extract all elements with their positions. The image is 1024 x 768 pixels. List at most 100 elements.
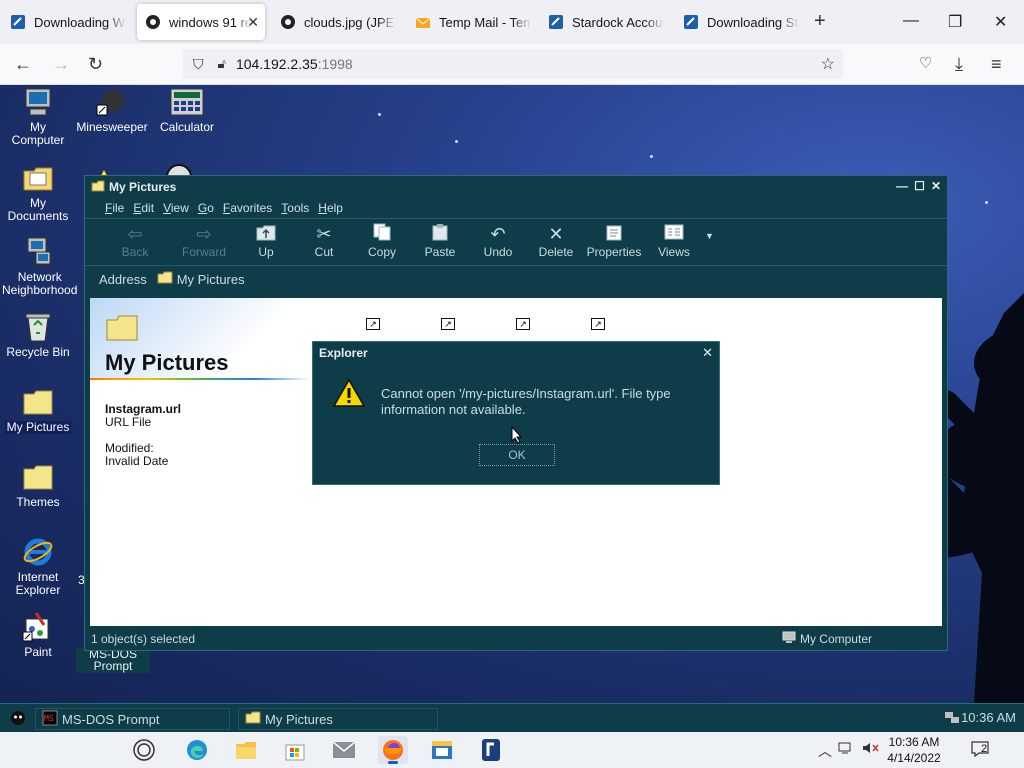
folder-documents-icon xyxy=(21,161,55,195)
browser-tab-6[interactable]: Downloading Sta xyxy=(675,4,807,40)
shortcut-file-icon[interactable]: ↗ xyxy=(516,318,530,330)
explorer-title-bar[interactable]: My Pictures — ☐ ✕ xyxy=(85,176,947,198)
desktop-icon-label: Network Neighborhood xyxy=(2,270,78,297)
browser-tab-4[interactable]: Temp Mail - Temp xyxy=(407,4,539,40)
cortana-icon[interactable] xyxy=(129,736,159,764)
network-tray-icon[interactable] xyxy=(944,711,960,728)
close-icon[interactable]: ✕ xyxy=(931,179,941,193)
selection-info: Instagram.url URL File Modified: Invalid… xyxy=(105,403,181,468)
toolbar-label: Paste xyxy=(424,245,456,259)
menu-go[interactable]: Go xyxy=(198,201,214,215)
menu-file[interactable]: File xyxy=(105,201,124,215)
browser-tab-5[interactable]: Stardock Accoun xyxy=(540,4,672,40)
toolbar-label: Forward xyxy=(181,245,226,259)
network-icon[interactable] xyxy=(838,741,854,758)
delete-x-icon: ✕ xyxy=(548,224,564,244)
delete-button[interactable]: ✕ Delete xyxy=(527,219,585,259)
views-dropdown-icon[interactable]: ▼ xyxy=(705,219,714,241)
shield-icon[interactable]: ⛉ xyxy=(193,56,204,73)
desktop-icon-label: Recycle Bin xyxy=(6,345,70,359)
browser-tab-2[interactable]: windows 91 re ✕ xyxy=(137,4,265,40)
desktop-icon-internet-explorer[interactable]: Internet Explorer xyxy=(0,535,76,597)
desktop-icon-themes[interactable]: Themes xyxy=(0,460,76,509)
minimize-icon[interactable]: — xyxy=(903,12,919,30)
close-icon[interactable]: ✕ xyxy=(702,345,713,361)
ok-button[interactable]: OK xyxy=(479,444,555,466)
pocket-icon[interactable]: ♡ xyxy=(919,54,932,72)
desktop-icon-calculator[interactable]: Calculator xyxy=(149,85,225,134)
tab-close-icon[interactable]: ✕ xyxy=(247,14,259,31)
maximize-icon[interactable]: ❐ xyxy=(948,12,962,32)
url-text[interactable]: 104.192.2.35:1998 xyxy=(236,56,353,72)
stardock-app-icon[interactable] xyxy=(476,736,506,764)
windows-clock[interactable]: 10:36 AM 4/14/2022 xyxy=(880,734,948,766)
edge-icon[interactable] xyxy=(182,736,212,764)
shortcut-file-icon[interactable]: ↗ xyxy=(441,318,455,330)
shortcut-file-icon[interactable]: ↗ xyxy=(366,318,380,330)
calculator-icon xyxy=(170,85,204,119)
store-icon[interactable] xyxy=(280,736,310,764)
explorer-status-bar: 1 object(s) selected My Computer xyxy=(90,629,942,649)
desktop-icon-my-pictures[interactable]: My Pictures xyxy=(0,385,76,434)
browser-tab-3[interactable]: clouds.jpg (JPEG xyxy=(272,4,404,40)
firefox-icon[interactable] xyxy=(378,736,408,764)
start-menu-icon[interactable] xyxy=(10,710,26,729)
github-icon xyxy=(280,14,296,30)
status-selection-text: 1 object(s) selected xyxy=(91,632,196,646)
modified-value: Invalid Date xyxy=(105,454,169,468)
desktop-icon-label: Internet Explorer xyxy=(15,570,61,597)
downloads-icon[interactable]: ⤓ xyxy=(955,54,963,75)
undo-button[interactable]: ↶ Undo xyxy=(469,219,527,259)
menu-edit[interactable]: Edit xyxy=(133,201,154,215)
menu-tools[interactable]: Tools xyxy=(281,201,309,215)
desktop-icon-recycle-bin[interactable]: Recycle Bin xyxy=(0,310,76,359)
forward-arrow-icon[interactable]: → xyxy=(52,54,70,75)
dialog-title-bar[interactable]: Explorer xyxy=(313,342,719,364)
copy-button[interactable]: Copy xyxy=(353,219,411,259)
desktop-icon-my-documents[interactable]: My Documents xyxy=(0,161,76,223)
menu-view[interactable]: View xyxy=(163,201,189,215)
new-tab-button[interactable]: + xyxy=(814,10,826,33)
desktop-icon-paint[interactable]: Paint xyxy=(0,610,76,659)
insecure-lock-icon[interactable]: 🔓︎ xyxy=(218,56,226,72)
file-explorer-icon[interactable] xyxy=(231,736,261,764)
star-decoration xyxy=(985,201,988,204)
views-grid-icon xyxy=(643,223,705,245)
cut-button[interactable]: ✂ Cut xyxy=(295,219,353,259)
toolbar-label: Delete xyxy=(538,245,574,259)
browser-tab-1[interactable]: Downloading Wi xyxy=(2,4,134,40)
back-arrow-icon[interactable]: ← xyxy=(14,54,32,75)
minimize-icon[interactable]: — xyxy=(896,179,908,193)
paste-button[interactable]: Paste xyxy=(411,219,469,259)
bookmark-star-icon[interactable]: ☆ xyxy=(821,54,835,74)
up-button[interactable]: Up xyxy=(237,219,295,259)
url-bar[interactable]: ⛉ 🔓︎ 104.192.2.35:1998 ☆ xyxy=(183,49,843,79)
volume-muted-icon[interactable] xyxy=(862,741,880,758)
properties-button[interactable]: Properties xyxy=(585,219,643,259)
mail-icon[interactable] xyxy=(329,736,359,764)
paste-icon xyxy=(411,223,469,245)
app-icon[interactable] xyxy=(427,736,457,764)
taskbar-button-ms-dos[interactable]: MS MS-DOS Prompt xyxy=(35,708,230,730)
desktop-icon-network-neighborhood[interactable]: Network Neighborhood xyxy=(0,235,78,297)
svg-text:MS: MS xyxy=(44,714,54,723)
back-button[interactable]: ⇦ Back xyxy=(99,219,171,259)
desktop-icon-my-computer[interactable]: My Computer xyxy=(0,85,76,147)
star-decoration xyxy=(650,155,653,158)
address-field[interactable]: My Pictures xyxy=(157,268,917,290)
reload-icon[interactable]: ↻ xyxy=(88,54,103,75)
menu-favorites[interactable]: Favorites xyxy=(223,201,272,215)
views-button[interactable]: Views xyxy=(643,219,705,259)
menu-help[interactable]: Help xyxy=(318,201,343,215)
menu-hamburger-icon[interactable]: ≡ xyxy=(991,54,1002,75)
shortcut-file-icon[interactable]: ↗ xyxy=(591,318,605,330)
maximize-icon[interactable]: ☐ xyxy=(914,179,925,193)
taskbar-button-my-pictures[interactable]: My Pictures xyxy=(238,708,438,730)
desktop-icon-minesweeper[interactable]: Minesweeper xyxy=(74,85,150,134)
url-host: 104.192.2.35 xyxy=(235,56,318,72)
close-icon[interactable]: ✕ xyxy=(994,12,1007,32)
forward-button[interactable]: ⇨ Forward xyxy=(171,219,237,259)
chevron-up-icon[interactable]: ︿ xyxy=(818,741,832,761)
scissors-icon: ✂ xyxy=(316,224,332,244)
notification-center-button[interactable]: 2 xyxy=(970,740,994,760)
